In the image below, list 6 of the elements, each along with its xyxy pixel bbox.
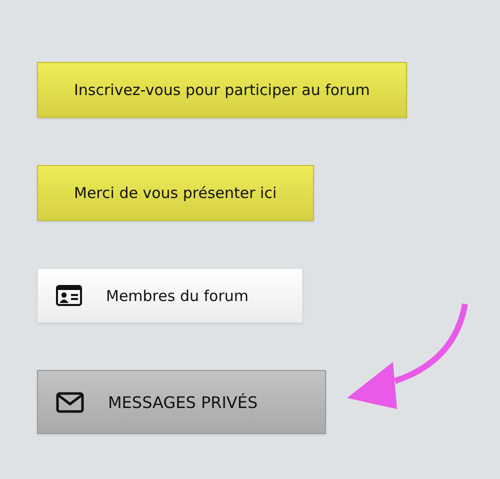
envelope-icon — [56, 392, 84, 412]
forum-button[interactable]: Merci de vous présenter ici — [37, 165, 314, 221]
members-button[interactable]: Membres du forum — [37, 268, 303, 323]
messages-button[interactable]: MESSAGES PRIVÉS — [37, 370, 326, 434]
id-card-icon — [56, 285, 82, 306]
forum-button[interactable]: Inscrivez-vous pour participer au forum — [37, 62, 407, 118]
